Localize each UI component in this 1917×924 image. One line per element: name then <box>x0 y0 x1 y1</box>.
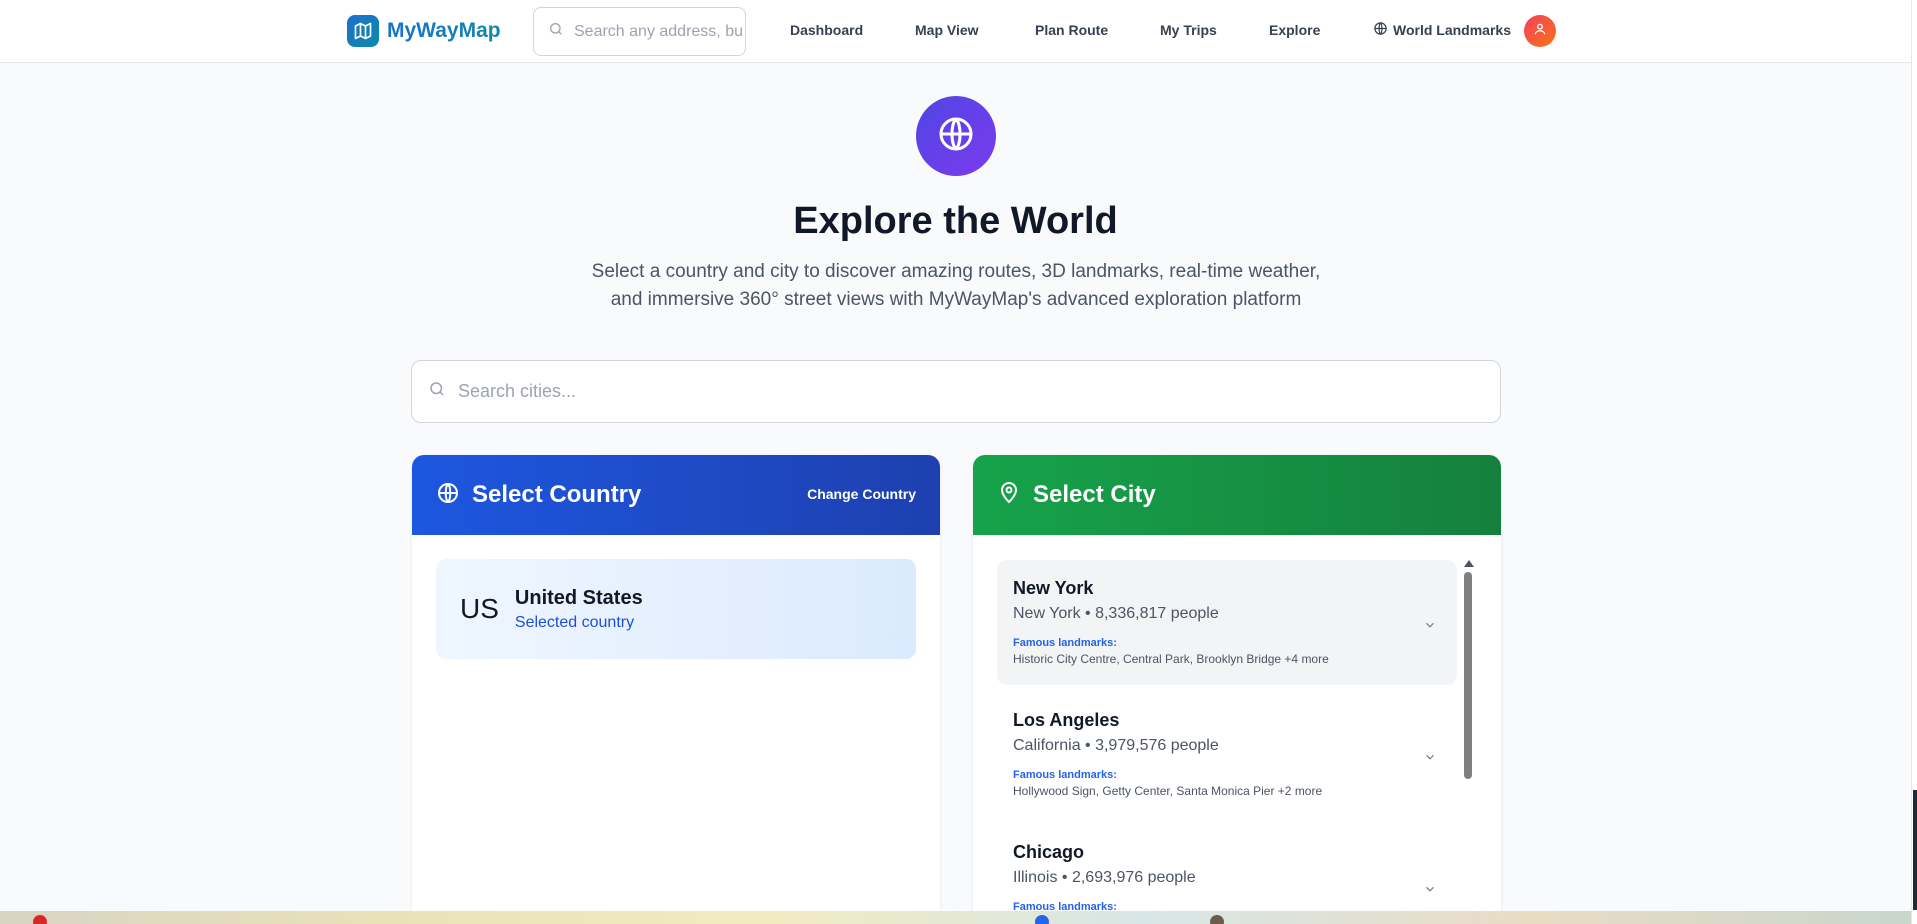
nav-link-label: World Landmarks <box>1393 22 1511 38</box>
os-taskbar-strip <box>0 911 1911 924</box>
city-search-input[interactable] <box>458 381 1458 402</box>
nav-link-world-landmarks[interactable]: World Landmarks <box>1373 21 1511 39</box>
brand-name: MyWayMap <box>387 19 501 42</box>
country-name: United States <box>514 586 643 609</box>
country-code: US <box>460 593 499 624</box>
user-avatar[interactable] <box>1524 15 1556 47</box>
top-navbar: MyWayMap Dashboard Map View Plan Route M… <box>0 0 1911 63</box>
city-landmarks: Hollywood Sign, Getty Center, Santa Moni… <box>1013 784 1323 798</box>
taskbar-app-icon[interactable] <box>33 915 47 924</box>
city-list[interactable]: New York New York • 8,336,817 people Fam… <box>997 560 1457 924</box>
search-icon <box>548 21 564 42</box>
globe-icon <box>936 114 976 159</box>
select-city-panel: Select City New York New York • 8,336,81… <box>973 455 1501 924</box>
city-name: Los Angeles <box>1013 710 1120 730</box>
scrollbar-thumb[interactable] <box>1464 572 1472 779</box>
city-item-new-york[interactable]: New York New York • 8,336,817 people Fam… <box>997 560 1457 685</box>
taskbar-app-icon[interactable] <box>1035 915 1049 924</box>
selected-country-card[interactable]: US United States Selected country <box>436 559 916 659</box>
address-search-input[interactable] <box>574 22 744 41</box>
globe-icon <box>436 481 460 510</box>
city-landmarks: Historic City Centre, Central Park, Broo… <box>1013 652 1329 666</box>
nav-link-plan-route[interactable]: Plan Route <box>1035 22 1108 38</box>
brand-logo[interactable]: MyWayMap <box>347 15 501 47</box>
city-item-los-angeles[interactable]: Los Angeles California • 3,979,576 peopl… <box>997 692 1457 817</box>
nav-link-dashboard[interactable]: Dashboard <box>790 22 863 38</box>
city-meta: Illinois • 2,693,976 people <box>1013 869 1196 886</box>
country-panel-title: Select Country <box>472 481 642 508</box>
chevron-down-icon[interactable] <box>1423 750 1437 769</box>
scroll-up-arrow-icon[interactable] <box>1464 560 1474 567</box>
city-panel-header: Select City <box>973 455 1501 535</box>
search-icon <box>428 380 446 403</box>
country-panel-header: Select Country Change Country <box>412 455 940 535</box>
city-search-box[interactable] <box>411 360 1501 423</box>
nav-link-map-view[interactable]: Map View <box>915 22 979 38</box>
subtitle-line-1: Select a country and city to discover am… <box>591 261 1321 282</box>
subtitle-line-2: and immersive 360° street views with MyW… <box>610 289 1302 310</box>
window-edge <box>1911 0 1917 924</box>
city-meta: New York • 8,336,817 people <box>1013 605 1219 622</box>
page-title: Explore the World <box>793 200 1118 242</box>
city-panel-title: Select City <box>1033 481 1156 508</box>
nav-link-explore[interactable]: Explore <box>1269 22 1320 38</box>
map-icon <box>347 15 379 47</box>
hero-globe-badge <box>916 96 996 176</box>
globe-icon <box>1373 21 1388 39</box>
city-list-scrollbar[interactable] <box>1463 560 1474 924</box>
page-subtitle: Select a country and city to discover am… <box>556 258 1356 314</box>
chevron-down-icon[interactable] <box>1423 618 1437 637</box>
nav-link-my-trips[interactable]: My Trips <box>1160 22 1217 38</box>
select-country-panel: Select Country Change Country US United … <box>412 455 940 924</box>
change-country-button[interactable]: Change Country <box>807 486 916 502</box>
country-status: Selected country <box>514 613 635 631</box>
chevron-down-icon[interactable] <box>1423 882 1437 901</box>
landmarks-label: Famous landmarks: <box>1013 769 1117 781</box>
city-name: New York <box>1013 578 1094 598</box>
address-search-box[interactable] <box>533 7 746 56</box>
taskbar-app-icon[interactable] <box>1210 915 1224 924</box>
city-item-chicago[interactable]: Chicago Illinois • 2,693,976 people Famo… <box>997 824 1457 924</box>
user-icon <box>1533 22 1547 41</box>
city-meta: California • 3,979,576 people <box>1013 737 1219 754</box>
city-name: Chicago <box>1013 842 1085 862</box>
map-pin-icon <box>997 481 1021 510</box>
landmarks-label: Famous landmarks: <box>1013 637 1117 649</box>
